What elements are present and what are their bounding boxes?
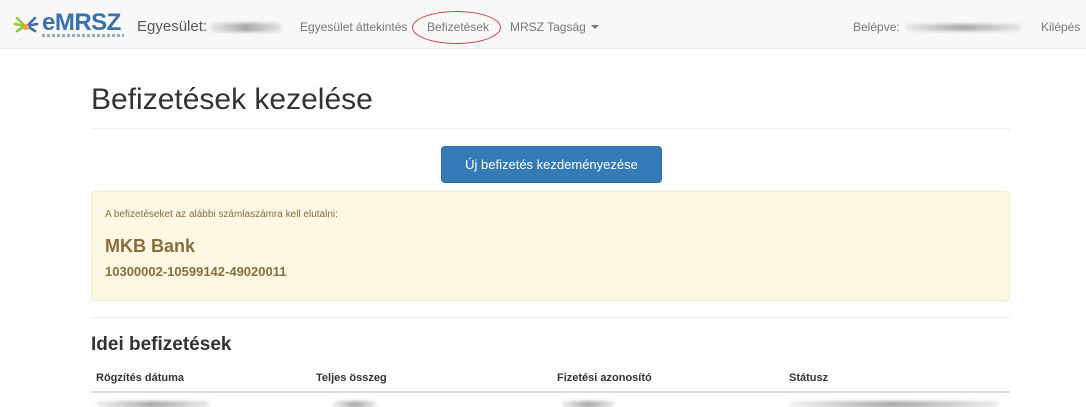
emrsz-logo[interactable]: eMRSZ bbox=[12, 9, 124, 41]
payments-section-title: Idei befizetések bbox=[91, 334, 232, 355]
logged-in-label: Belépve: bbox=[853, 20, 900, 34]
divider bbox=[91, 128, 1010, 129]
top-navbar: eMRSZ Egyesület: Egyesület áttekintés Be… bbox=[0, 0, 1086, 49]
sun-rays-icon bbox=[13, 16, 39, 33]
caret-down-icon bbox=[590, 24, 599, 29]
page-title: Befizetések kezelése bbox=[91, 83, 373, 116]
username-redacted bbox=[905, 24, 1021, 31]
table-header-divider bbox=[91, 391, 1010, 393]
club-label: Egyesület: bbox=[137, 18, 208, 35]
brand-tagline bbox=[42, 34, 124, 37]
column-header-recorded-date[interactable]: Rögzítés dátuma bbox=[96, 372, 184, 384]
row-amount-redacted bbox=[333, 401, 377, 407]
brand-name: eMRSZ bbox=[42, 9, 121, 36]
new-payment-button[interactable]: Új befizetés kezdeményezése bbox=[441, 146, 662, 183]
column-header-total-amount[interactable]: Teljes összeg bbox=[316, 372, 387, 384]
row-status-redacted bbox=[789, 401, 999, 407]
highlight-ring bbox=[412, 11, 501, 44]
column-header-payment-id[interactable]: Fizetési azonosító bbox=[557, 372, 652, 384]
club-name-redacted bbox=[210, 23, 282, 32]
divider bbox=[91, 317, 1010, 318]
bank-account-number: 10300002-10599142-49020011 bbox=[105, 264, 287, 279]
nav-link-mrsz-membership-label: MRSZ Tagság bbox=[510, 20, 586, 34]
bank-info-alert: A befizetéseket az alábbi számlaszámra k… bbox=[91, 191, 1010, 301]
row-date-redacted bbox=[96, 401, 210, 407]
nav-link-mrsz-membership[interactable]: MRSZ Tagság bbox=[510, 20, 599, 34]
logout-link[interactable]: Kilépés bbox=[1041, 20, 1080, 34]
transfer-note: A befizetéseket az alábbi számlaszámra k… bbox=[105, 209, 338, 220]
nav-link-overview[interactable]: Egyesület áttekintés bbox=[300, 20, 407, 34]
bank-name: MKB Bank bbox=[105, 236, 196, 256]
column-header-status[interactable]: Státusz bbox=[789, 372, 828, 384]
row-payment-id-redacted bbox=[561, 401, 615, 407]
